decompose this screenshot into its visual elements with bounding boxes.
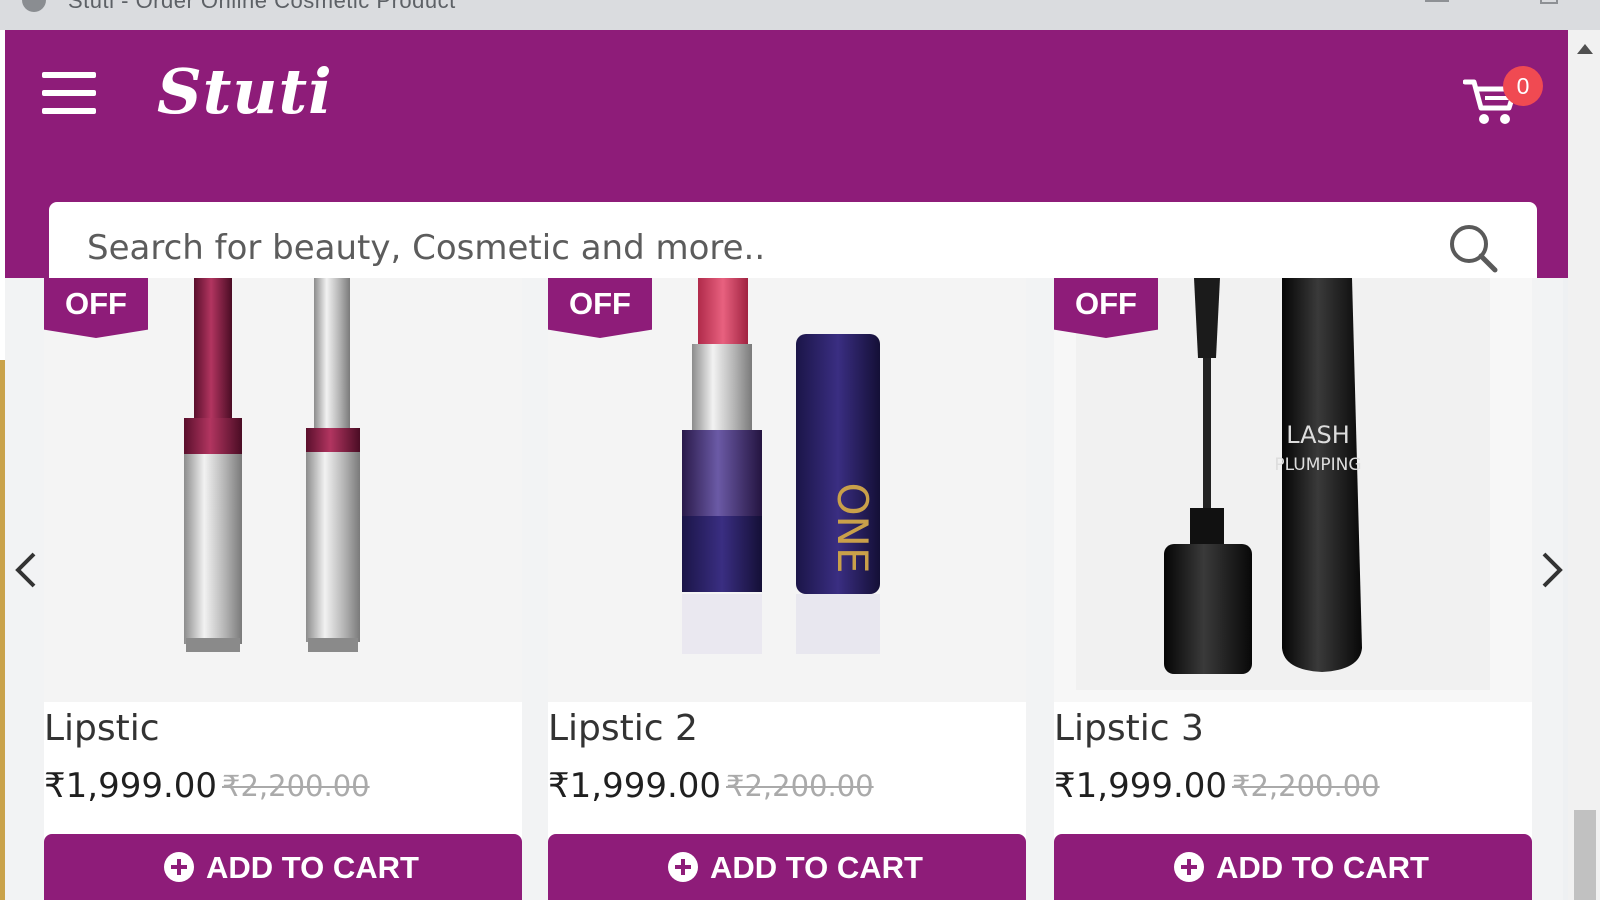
product-image-mascara[interactable]: LASH PLUMPING OFF bbox=[1054, 278, 1532, 702]
add-to-cart-label: ADD TO CART bbox=[1216, 850, 1429, 885]
cart-count-badge: 0 bbox=[1503, 66, 1543, 106]
product-price: ₹1,999.00 bbox=[548, 766, 722, 806]
svg-text:PLUMPING: PLUMPING bbox=[1274, 455, 1361, 475]
product-old-price: ₹2,200.00 bbox=[1232, 769, 1380, 803]
product-old-price: ₹2,200.00 bbox=[222, 769, 370, 803]
plus-circle-icon bbox=[164, 852, 194, 882]
search-icon[interactable] bbox=[1445, 220, 1501, 276]
add-to-cart-button[interactable]: ADD TO CART bbox=[1054, 834, 1532, 900]
product-name[interactable]: Lipstic bbox=[44, 708, 160, 749]
cart-button[interactable]: 0 bbox=[1463, 66, 1543, 126]
svg-text:ONE: ONE bbox=[828, 482, 877, 573]
plus-circle-icon bbox=[1174, 852, 1204, 882]
add-to-cart-label: ADD TO CART bbox=[710, 850, 923, 885]
chevron-left-icon[interactable] bbox=[10, 550, 42, 590]
product-name[interactable]: Lipstic 3 bbox=[1054, 708, 1204, 749]
product-card[interactable]: OFF Lipstic ₹1,999.00 ₹2,200.00 ADD TO C… bbox=[44, 278, 522, 900]
add-to-cart-button[interactable]: ADD TO CART bbox=[548, 834, 1026, 900]
add-to-cart-button[interactable]: ADD TO CART bbox=[44, 834, 522, 900]
favicon-icon bbox=[22, 0, 46, 12]
product-price: ₹1,999.00 bbox=[1054, 766, 1228, 806]
maximize-icon[interactable] bbox=[1540, 0, 1566, 4]
product-image-lipstick-capped[interactable]: ONE OFF bbox=[548, 278, 1026, 702]
browser-title-bar: Stuti - Order Online Cosmetic Product bbox=[0, 0, 1600, 30]
add-to-cart-label: ADD TO CART bbox=[206, 850, 419, 885]
menu-icon[interactable] bbox=[42, 72, 96, 114]
product-name[interactable]: Lipstic 2 bbox=[548, 708, 698, 749]
product-price: ₹1,999.00 bbox=[44, 766, 218, 806]
site-logo[interactable]: Stuti bbox=[157, 56, 333, 128]
plus-circle-icon bbox=[668, 852, 698, 882]
minimize-icon[interactable] bbox=[1425, 0, 1451, 4]
discount-badge: OFF bbox=[1054, 278, 1158, 338]
product-old-price: ₹2,200.00 bbox=[726, 769, 874, 803]
site-header: Stuti 0 bbox=[5, 30, 1568, 294]
scroll-up-icon[interactable] bbox=[1577, 44, 1593, 54]
product-card[interactable]: LASH PLUMPING OFF Lipstic 3 ₹1,999.00 ₹2… bbox=[1054, 278, 1532, 900]
discount-badge: OFF bbox=[44, 278, 148, 338]
chevron-right-icon[interactable] bbox=[1536, 550, 1568, 590]
svg-text:LASH: LASH bbox=[1286, 421, 1350, 449]
discount-badge: OFF bbox=[548, 278, 652, 338]
app-window: Stuti - Order Online Cosmetic Product St… bbox=[0, 0, 1600, 900]
scroll-thumb[interactable] bbox=[1574, 810, 1596, 900]
window-title: Stuti - Order Online Cosmetic Product bbox=[68, 0, 456, 13]
page-scrollbar[interactable] bbox=[1568, 30, 1600, 900]
product-card[interactable]: ONE OFF Lipstic 2 ₹1,999.00 ₹2,200.00 AD… bbox=[548, 278, 1026, 900]
product-image-lipstick-duo[interactable]: OFF bbox=[44, 278, 522, 702]
